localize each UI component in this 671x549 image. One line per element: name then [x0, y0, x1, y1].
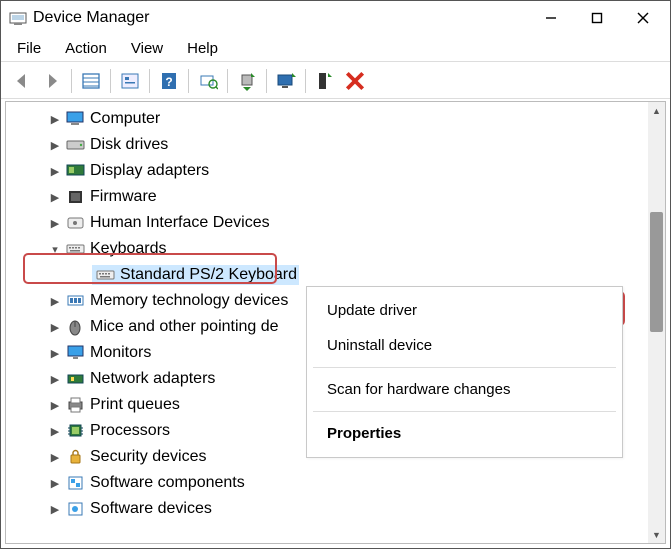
window-title: Device Manager [33, 9, 150, 27]
tree-node-disk-drives[interactable]: ▶ Disk drives [20, 132, 660, 158]
node-label: Monitors [90, 344, 151, 362]
scan-hardware-button[interactable] [193, 66, 223, 96]
tree-node-keyboards[interactable]: ▾ Keyboards [20, 236, 660, 262]
node-label: Processors [90, 422, 170, 440]
keyboard-icon [96, 266, 116, 284]
chevron-down-icon[interactable]: ▾ [48, 243, 62, 256]
node-label: Software devices [90, 500, 212, 518]
ctx-update-driver[interactable]: Update driver [307, 293, 622, 328]
software-component-icon [66, 474, 86, 492]
scroll-up-icon[interactable]: ▲ [648, 102, 665, 119]
node-label: Print queues [90, 396, 180, 414]
display-adapter-icon [66, 162, 86, 180]
ctx-uninstall-device[interactable]: Uninstall device [307, 328, 622, 363]
network-icon [66, 370, 86, 388]
chevron-right-icon[interactable]: ▶ [48, 113, 62, 126]
ctx-properties[interactable]: Properties [307, 416, 622, 451]
menu-bar: File Action View Help [1, 35, 670, 62]
tree-node-display-adapters[interactable]: ▶ Display adapters [20, 158, 660, 184]
keyboard-icon [66, 240, 86, 258]
app-icon [9, 9, 27, 27]
scroll-down-icon[interactable]: ▼ [648, 526, 665, 543]
node-label: Network adapters [90, 370, 215, 388]
chevron-right-icon[interactable]: ▶ [48, 139, 62, 152]
tree-node-software-devices[interactable]: ▶ Software devices [20, 496, 660, 522]
chevron-right-icon[interactable]: ▶ [48, 321, 62, 334]
menu-view[interactable]: View [121, 36, 173, 61]
node-label: Human Interface Devices [90, 214, 270, 232]
chevron-right-icon[interactable]: ▶ [48, 425, 62, 438]
firmware-icon [66, 188, 86, 206]
update-driver-button[interactable] [232, 66, 262, 96]
properties-button[interactable] [115, 66, 145, 96]
tree-node-firmware[interactable]: ▶ Firmware [20, 184, 660, 210]
node-label: Computer [90, 110, 160, 128]
menu-action[interactable]: Action [55, 36, 117, 61]
node-label: Standard PS/2 Keyboard [120, 266, 297, 284]
computer-icon [66, 110, 86, 128]
chevron-right-icon[interactable]: ▶ [48, 191, 62, 204]
delete-button[interactable] [340, 66, 370, 96]
chevron-right-icon[interactable]: ▶ [48, 347, 62, 360]
tree-node-standard-keyboard[interactable]: ▶ Standard PS/2 Keyboard [20, 262, 660, 288]
tree-node-software-components[interactable]: ▶ Software components [20, 470, 660, 496]
menu-help[interactable]: Help [177, 36, 228, 61]
mouse-icon [66, 318, 86, 336]
uninstall-device-button[interactable] [310, 66, 340, 96]
ctx-scan-hardware[interactable]: Scan for hardware changes [307, 372, 622, 407]
chevron-right-icon[interactable]: ▶ [48, 451, 62, 464]
vertical-scrollbar[interactable]: ▲ ▼ [648, 102, 665, 543]
detail-view-button[interactable] [76, 66, 106, 96]
processor-icon [66, 422, 86, 440]
node-label: Security devices [90, 448, 207, 466]
back-button[interactable] [7, 66, 37, 96]
chevron-right-icon[interactable]: ▶ [48, 373, 62, 386]
node-label: Firmware [90, 188, 157, 206]
software-device-icon [66, 500, 86, 518]
chevron-right-icon[interactable]: ▶ [48, 217, 62, 230]
close-button[interactable] [620, 2, 666, 34]
minimize-button[interactable] [528, 2, 574, 34]
context-menu: Update driver Uninstall device Scan for … [306, 286, 623, 458]
ctx-separator [313, 411, 616, 412]
monitor-icon [66, 344, 86, 362]
chevron-right-icon[interactable]: ▶ [48, 477, 62, 490]
chevron-right-icon[interactable]: ▶ [48, 295, 62, 308]
memory-icon [66, 292, 86, 310]
scroll-thumb[interactable] [650, 212, 663, 332]
node-label: Keyboards [90, 240, 167, 258]
node-label: Software components [90, 474, 245, 492]
hid-icon [66, 214, 86, 232]
svg-text:?: ? [165, 75, 172, 89]
ctx-separator [313, 367, 616, 368]
node-label: Disk drives [90, 136, 168, 154]
disk-icon [66, 136, 86, 154]
maximize-button[interactable] [574, 2, 620, 34]
printer-icon [66, 396, 86, 414]
chevron-right-icon[interactable]: ▶ [48, 399, 62, 412]
forward-button[interactable] [37, 66, 67, 96]
tree-node-hid[interactable]: ▶ Human Interface Devices [20, 210, 660, 236]
help-button[interactable]: ? [154, 66, 184, 96]
menu-file[interactable]: File [7, 36, 51, 61]
tree-node-computer[interactable]: ▶ Computer [20, 106, 660, 132]
chevron-right-icon[interactable]: ▶ [48, 165, 62, 178]
node-label: Memory technology devices [90, 292, 288, 310]
title-bar: Device Manager [1, 1, 670, 35]
device-manager-window: Device Manager File Action View Help [0, 0, 671, 549]
remote-computer-button[interactable] [271, 66, 301, 96]
node-label: Mice and other pointing de [90, 318, 279, 336]
security-icon [66, 448, 86, 466]
node-label: Display adapters [90, 162, 209, 180]
toolbar: ? [1, 64, 670, 99]
chevron-right-icon[interactable]: ▶ [48, 503, 62, 516]
